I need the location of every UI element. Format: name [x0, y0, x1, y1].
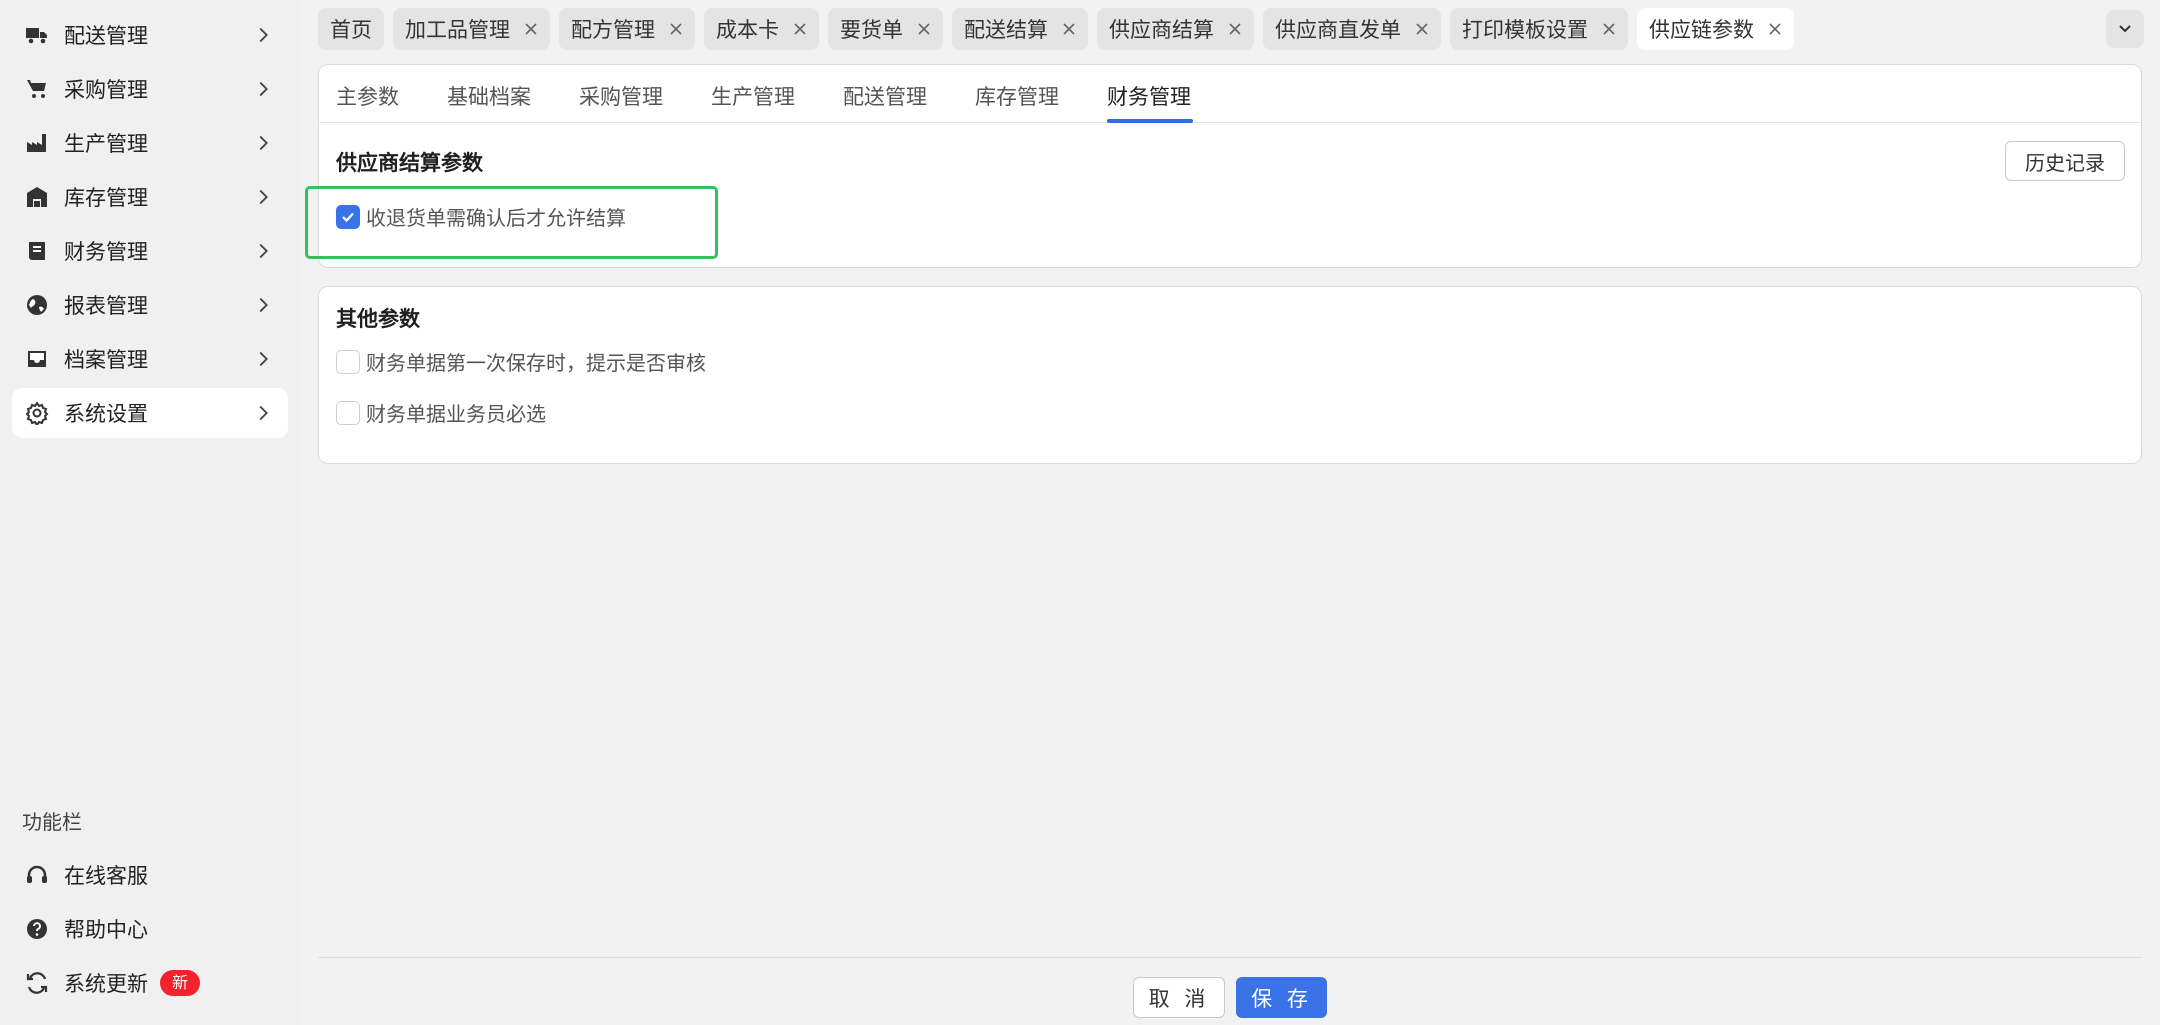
- inbox-icon: [24, 346, 50, 372]
- sidebar-item-finance[interactable]: 财务管理: [12, 226, 288, 276]
- tab-supplier-settlement[interactable]: 供应商结算: [1097, 8, 1254, 50]
- tools-section-title: 功能栏: [22, 810, 82, 834]
- chevron-right-icon: [259, 27, 268, 43]
- subtab-delivery[interactable]: 配送管理: [843, 81, 927, 111]
- history-button[interactable]: 历史记录: [2005, 141, 2125, 181]
- tab-label: 打印模板设置: [1462, 18, 1588, 42]
- sidebar-item-reports[interactable]: 报表管理: [12, 280, 288, 330]
- tab-supplier-direct-order[interactable]: 供应商直发单: [1263, 8, 1441, 50]
- checkbox-unchecked[interactable]: [336, 400, 360, 425]
- chevron-right-icon: [259, 243, 268, 259]
- subtab-production[interactable]: 生产管理: [711, 81, 795, 111]
- checkbox-unchecked[interactable]: [336, 349, 360, 374]
- tab-label: 加工品管理: [405, 18, 510, 42]
- sidebar: 配送管理 采购管理 生产管理 库存管理 财务管理 报表管理 档案管理 系统设置 …: [0, 0, 300, 1025]
- close-icon[interactable]: [1415, 22, 1429, 36]
- subtab-purchase[interactable]: 采购管理: [579, 81, 663, 111]
- help-icon: [24, 916, 50, 942]
- other-params-card: 其他参数 财务单据第一次保存时，提示是否审核 财务单据业务员必选: [318, 286, 2142, 464]
- save-button[interactable]: 保 存: [1236, 977, 1327, 1018]
- tab-label: 成本卡: [716, 18, 779, 42]
- sidebar-item-label: 采购管理: [64, 78, 148, 102]
- sidebar-item-label: 在线客服: [64, 864, 148, 888]
- close-icon[interactable]: [669, 22, 683, 36]
- sidebar-item-help[interactable]: 帮助中心: [12, 904, 288, 954]
- sidebar-item-inventory[interactable]: 库存管理: [12, 172, 288, 222]
- prompt-audit-option[interactable]: 财务单据第一次保存时，提示是否审核: [336, 347, 706, 376]
- tab-home[interactable]: 首页: [318, 8, 384, 50]
- close-icon[interactable]: [917, 22, 931, 36]
- sidebar-item-label: 档案管理: [64, 348, 148, 372]
- tab-label: 首页: [330, 18, 372, 42]
- gear-icon: [24, 400, 50, 426]
- tab-processed-goods[interactable]: 加工品管理: [393, 8, 550, 50]
- supplier-settlement-title: 供应商结算参数: [336, 151, 483, 175]
- tab-label: 供应商直发单: [1275, 18, 1401, 42]
- tab-label: 要货单: [840, 18, 903, 42]
- footer-divider: [318, 957, 2142, 958]
- subtab-inventory[interactable]: 库存管理: [975, 81, 1059, 111]
- sidebar-item-label: 库存管理: [64, 186, 148, 210]
- refresh-icon: [24, 970, 50, 996]
- truck-icon: [24, 22, 50, 48]
- sidebar-item-production[interactable]: 生产管理: [12, 118, 288, 168]
- close-icon[interactable]: [1062, 22, 1076, 36]
- chevron-right-icon: [259, 189, 268, 205]
- new-badge: 新: [160, 970, 201, 996]
- tab-label: 供应链参数: [1649, 18, 1754, 42]
- subtab-basic-archive[interactable]: 基础档案: [447, 81, 531, 111]
- sidebar-item-label: 财务管理: [64, 240, 148, 264]
- tab-print-template[interactable]: 打印模板设置: [1450, 8, 1628, 50]
- chevron-right-icon: [259, 351, 268, 367]
- sidebar-item-label: 系统更新: [64, 972, 148, 996]
- close-icon[interactable]: [793, 22, 807, 36]
- close-icon[interactable]: [1768, 22, 1782, 36]
- chevron-right-icon: [259, 297, 268, 313]
- tab-cost-card[interactable]: 成本卡: [704, 8, 819, 50]
- sidebar-item-online-service[interactable]: 在线客服: [12, 850, 288, 900]
- chevron-right-icon: [259, 135, 268, 151]
- tab-more-button[interactable]: [2106, 10, 2144, 48]
- cancel-button[interactable]: 取 消: [1133, 977, 1225, 1018]
- option-label: 财务单据业务员必选: [366, 402, 546, 426]
- sidebar-item-label: 生产管理: [64, 132, 148, 156]
- option-label: 财务单据第一次保存时，提示是否审核: [366, 351, 706, 375]
- active-tab-indicator: [1107, 119, 1193, 123]
- chevron-right-icon: [259, 81, 268, 97]
- highlight-annotation: [305, 186, 718, 259]
- sidebar-item-label: 帮助中心: [64, 918, 148, 942]
- close-icon[interactable]: [1228, 22, 1242, 36]
- close-icon[interactable]: [524, 22, 538, 36]
- sidebar-item-delivery[interactable]: 配送管理: [12, 10, 288, 60]
- tab-recipe[interactable]: 配方管理: [559, 8, 695, 50]
- tab-delivery-settlement[interactable]: 配送结算: [952, 8, 1088, 50]
- page-tabs: 首页 加工品管理 配方管理 成本卡 要货单 配送结算 供应商结算 供应商直发单 …: [318, 8, 1803, 50]
- salesperson-required-option[interactable]: 财务单据业务员必选: [336, 398, 546, 427]
- sub-tabs: 主参数 基础档案 采购管理 生产管理 配送管理 库存管理 财务管理: [319, 65, 2141, 123]
- sidebar-item-label: 报表管理: [64, 294, 148, 318]
- sidebar-item-system-update[interactable]: 系统更新 新: [12, 958, 288, 1008]
- factory-icon: [24, 130, 50, 156]
- subtab-finance[interactable]: 财务管理: [1107, 81, 1191, 111]
- headset-icon: [24, 862, 50, 888]
- tab-supply-chain-params[interactable]: 供应链参数: [1637, 8, 1794, 50]
- other-params-title: 其他参数: [336, 307, 420, 331]
- globe-icon: [24, 292, 50, 318]
- sidebar-item-settings[interactable]: 系统设置: [12, 388, 288, 438]
- chevron-right-icon: [259, 405, 268, 421]
- warehouse-icon: [24, 184, 50, 210]
- chevron-down-icon: [2119, 25, 2131, 33]
- ledger-icon: [24, 238, 50, 264]
- tab-label: 配方管理: [571, 18, 655, 42]
- subtab-main-params[interactable]: 主参数: [336, 81, 399, 111]
- cart-icon: [24, 76, 50, 102]
- tab-label: 配送结算: [964, 18, 1048, 42]
- sidebar-item-label: 配送管理: [64, 24, 148, 48]
- sidebar-item-label: 系统设置: [64, 402, 148, 426]
- close-icon[interactable]: [1602, 22, 1616, 36]
- tab-requisition[interactable]: 要货单: [828, 8, 943, 50]
- tab-label: 供应商结算: [1109, 18, 1214, 42]
- sidebar-item-archive[interactable]: 档案管理: [12, 334, 288, 384]
- sidebar-item-purchase[interactable]: 采购管理: [12, 64, 288, 114]
